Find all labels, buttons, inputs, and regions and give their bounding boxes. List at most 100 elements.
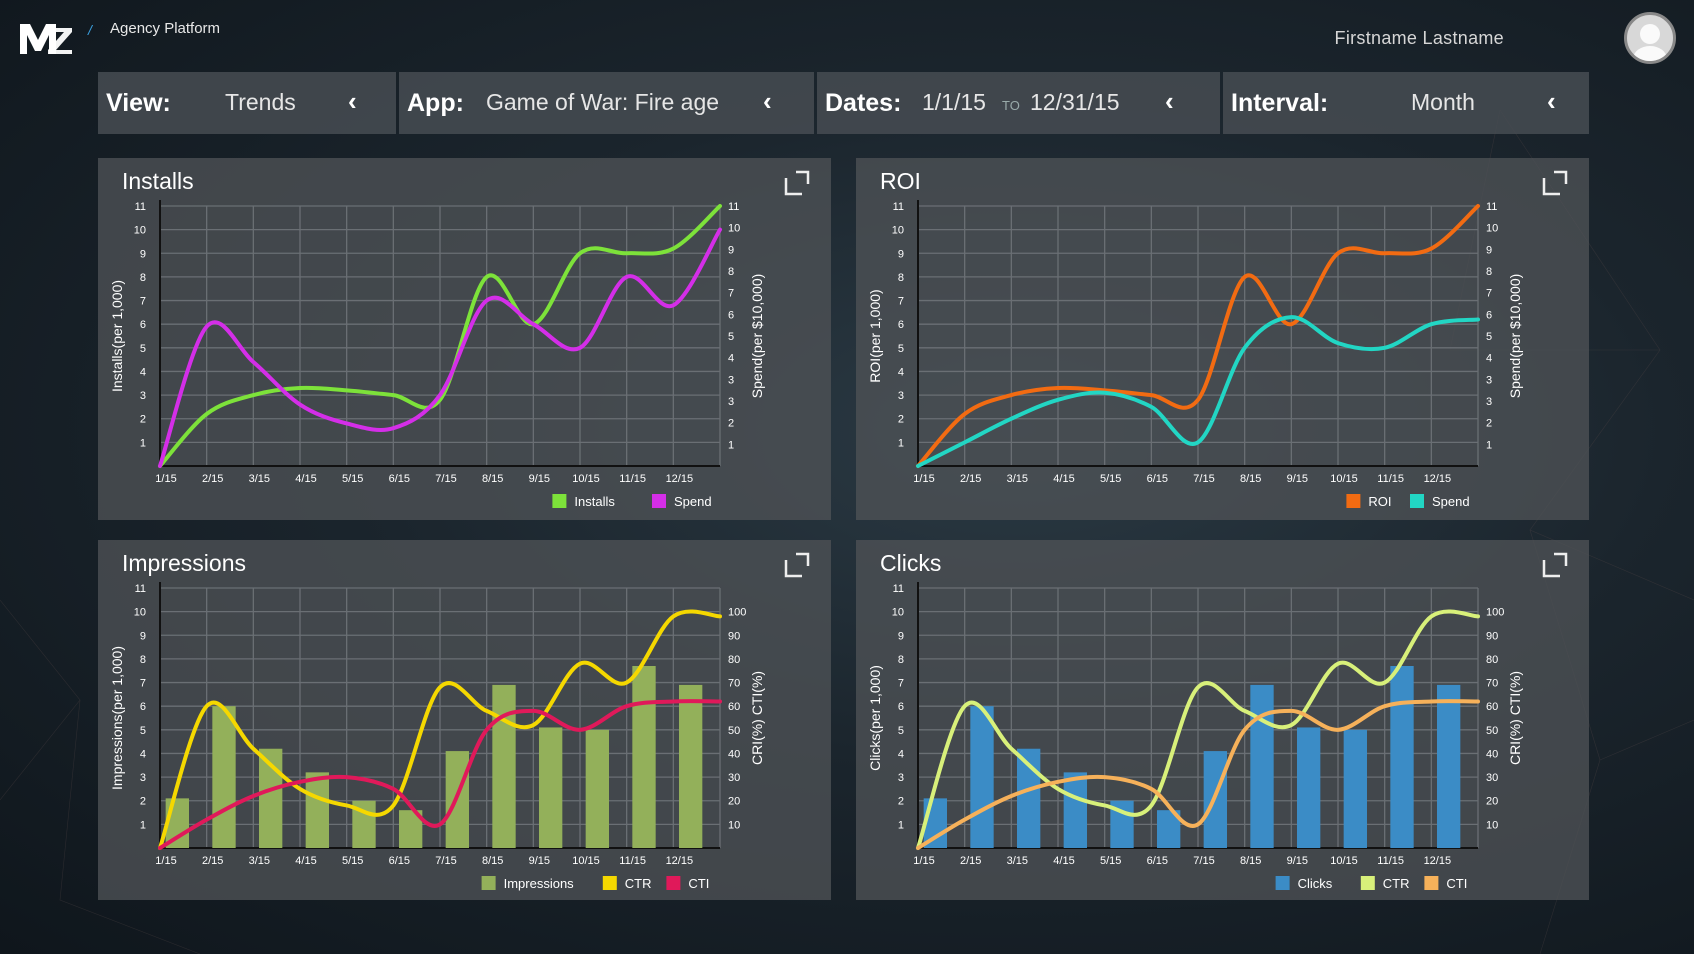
clicks-chart: 1 2 3 4 5 6 7 8 9 10 11 10 20 30 40 50 60 70 80 90 100 1/15 2/… xyxy=(867,582,1523,891)
y2-tick-label: 40 xyxy=(1486,748,1498,760)
y2-tick-label: 80 xyxy=(728,654,740,666)
y2-tick-label: 30 xyxy=(1486,772,1498,784)
y2-tick-label: 8 xyxy=(1486,266,1492,278)
bar xyxy=(212,706,236,848)
filter-dates-label: Dates: xyxy=(825,88,902,117)
bar xyxy=(970,706,994,848)
expand-icon[interactable] xyxy=(782,550,812,580)
brand-logo[interactable] xyxy=(18,18,74,58)
y2-axis-title: CRI(%) CTI(%) xyxy=(1507,671,1523,765)
filter-app[interactable]: App: Game of War: Fire age ‹ xyxy=(399,72,814,134)
y-tick-label: 9 xyxy=(140,630,146,642)
x-tick-label: 11/15 xyxy=(619,473,646,485)
chevron-left-icon[interactable]: ‹ xyxy=(763,86,772,117)
filter-dates-to[interactable]: 12/31/15 xyxy=(1030,89,1120,116)
y2-tick-label: 10 xyxy=(1486,223,1498,235)
y-tick-label: 2 xyxy=(140,414,146,426)
y2-tick-label: 40 xyxy=(728,748,740,760)
filter-app-label: App: xyxy=(407,88,464,117)
x-tick-label: 4/15 xyxy=(1053,473,1074,485)
x-tick-label: 5/15 xyxy=(342,473,363,485)
x-tick-label: 11/15 xyxy=(1377,855,1404,867)
y-tick-label: 11 xyxy=(135,201,146,213)
y-tick-label: 8 xyxy=(898,654,904,666)
x-tick-label: 5/15 xyxy=(342,855,363,867)
chevron-left-icon[interactable]: ‹ xyxy=(348,86,357,117)
chevron-left-icon[interactable]: ‹ xyxy=(1165,86,1174,117)
y2-tick-label: 10 xyxy=(728,223,740,235)
y-tick-label: 5 xyxy=(898,343,904,355)
y2-tick-label: 2 xyxy=(728,418,734,430)
x-tick-label: 10/15 xyxy=(1330,855,1358,867)
roi-panel-title: ROI xyxy=(880,168,921,194)
x-tick-label: 10/15 xyxy=(572,473,600,485)
x-tick-label: 7/15 xyxy=(435,473,456,485)
y-tick-label: 10 xyxy=(134,225,146,237)
legend-label: Clicks xyxy=(1298,876,1333,891)
y-tick-label: 2 xyxy=(898,414,904,426)
filter-interval[interactable]: Interval: Month ‹ xyxy=(1223,72,1589,134)
expand-icon[interactable] xyxy=(1540,550,1570,580)
x-tick-label: 1/15 xyxy=(155,855,176,867)
x-tick-label: 6/15 xyxy=(389,473,410,485)
x-tick-label: 5/15 xyxy=(1100,855,1121,867)
filter-view-value[interactable]: Trends xyxy=(225,89,296,116)
y-tick-label: 4 xyxy=(140,366,146,378)
y2-tick-label: 60 xyxy=(1486,701,1498,713)
legend-swatch xyxy=(1360,876,1375,890)
bar xyxy=(679,684,703,848)
filter-interval-value[interactable]: Month xyxy=(1411,89,1475,116)
legend-swatch xyxy=(1275,876,1290,890)
user-name[interactable]: Firstname Lastname xyxy=(1335,28,1504,49)
y-axis-title: Installs(per 1,000) xyxy=(109,280,125,392)
y2-tick-label: 50 xyxy=(728,725,740,737)
legend-label: Spend xyxy=(1432,494,1470,509)
y2-tick-label: 20 xyxy=(1486,796,1498,808)
y2-tick-label: 90 xyxy=(728,630,740,642)
x-tick-label: 2/15 xyxy=(202,855,223,867)
y-tick-label: 11 xyxy=(893,583,904,595)
bar xyxy=(305,772,329,848)
y2-tick-label: 2 xyxy=(1486,418,1492,430)
chevron-left-icon[interactable]: ‹ xyxy=(1547,86,1556,117)
y2-tick-label: 5 xyxy=(728,331,734,343)
y2-tick-label: 3 xyxy=(1486,374,1492,386)
legend-swatch xyxy=(666,876,681,890)
x-tick-label: 3/15 xyxy=(1007,855,1028,867)
y2-tick-label: 10 xyxy=(1486,819,1498,831)
y2-axis-title: CRI(%) CTI(%) xyxy=(749,671,765,765)
legend-swatch xyxy=(1424,876,1439,890)
legend-swatch xyxy=(481,876,496,890)
bar xyxy=(585,729,609,848)
y-tick-label: 11 xyxy=(135,583,146,595)
legend-label: Spend xyxy=(674,494,712,509)
x-tick-label: 2/15 xyxy=(960,473,981,485)
roi-panel: 1 2 3 4 5 6 7 8 9 10 11 1 2 3 3 4 5 6 7 8 9 10 11 1/15 2/15 3/15 4… xyxy=(856,158,1589,520)
expand-icon[interactable] xyxy=(1540,168,1570,198)
breadcrumb-app-name[interactable]: Agency Platform xyxy=(110,20,220,37)
y2-tick-label: 5 xyxy=(1486,331,1492,343)
x-tick-label: 9/15 xyxy=(529,855,550,867)
filter-dates[interactable]: Dates: 1/1/15 TO 12/31/15 ‹ xyxy=(817,72,1220,134)
y2-tick-label: 10 xyxy=(728,819,740,831)
expand-icon[interactable] xyxy=(782,168,812,198)
impressions-panel-title: Impressions xyxy=(122,550,246,576)
x-tick-label: 7/15 xyxy=(1193,473,1214,485)
y2-tick-label: 6 xyxy=(1486,309,1492,321)
filter-app-value[interactable]: Game of War: Fire age xyxy=(486,89,719,116)
y-tick-label: 3 xyxy=(140,390,146,402)
y2-tick-label: 8 xyxy=(728,266,734,278)
x-tick-label: 12/15 xyxy=(666,473,694,485)
user-avatar-icon[interactable] xyxy=(1624,12,1676,64)
legend-label: CTI xyxy=(688,876,709,891)
chart-grid xyxy=(159,205,721,466)
y-tick-label: 7 xyxy=(898,296,904,308)
x-tick-label: 6/15 xyxy=(389,855,410,867)
x-tick-label: 1/15 xyxy=(913,473,934,485)
x-tick-label: 1/15 xyxy=(913,855,934,867)
x-tick-label: 9/15 xyxy=(529,473,550,485)
filter-dates-from[interactable]: 1/1/15 xyxy=(922,89,986,116)
legend-label: ROI xyxy=(1368,494,1391,509)
x-tick-label: 2/15 xyxy=(202,473,223,485)
filter-view[interactable]: View: Trends ‹ xyxy=(98,72,396,134)
